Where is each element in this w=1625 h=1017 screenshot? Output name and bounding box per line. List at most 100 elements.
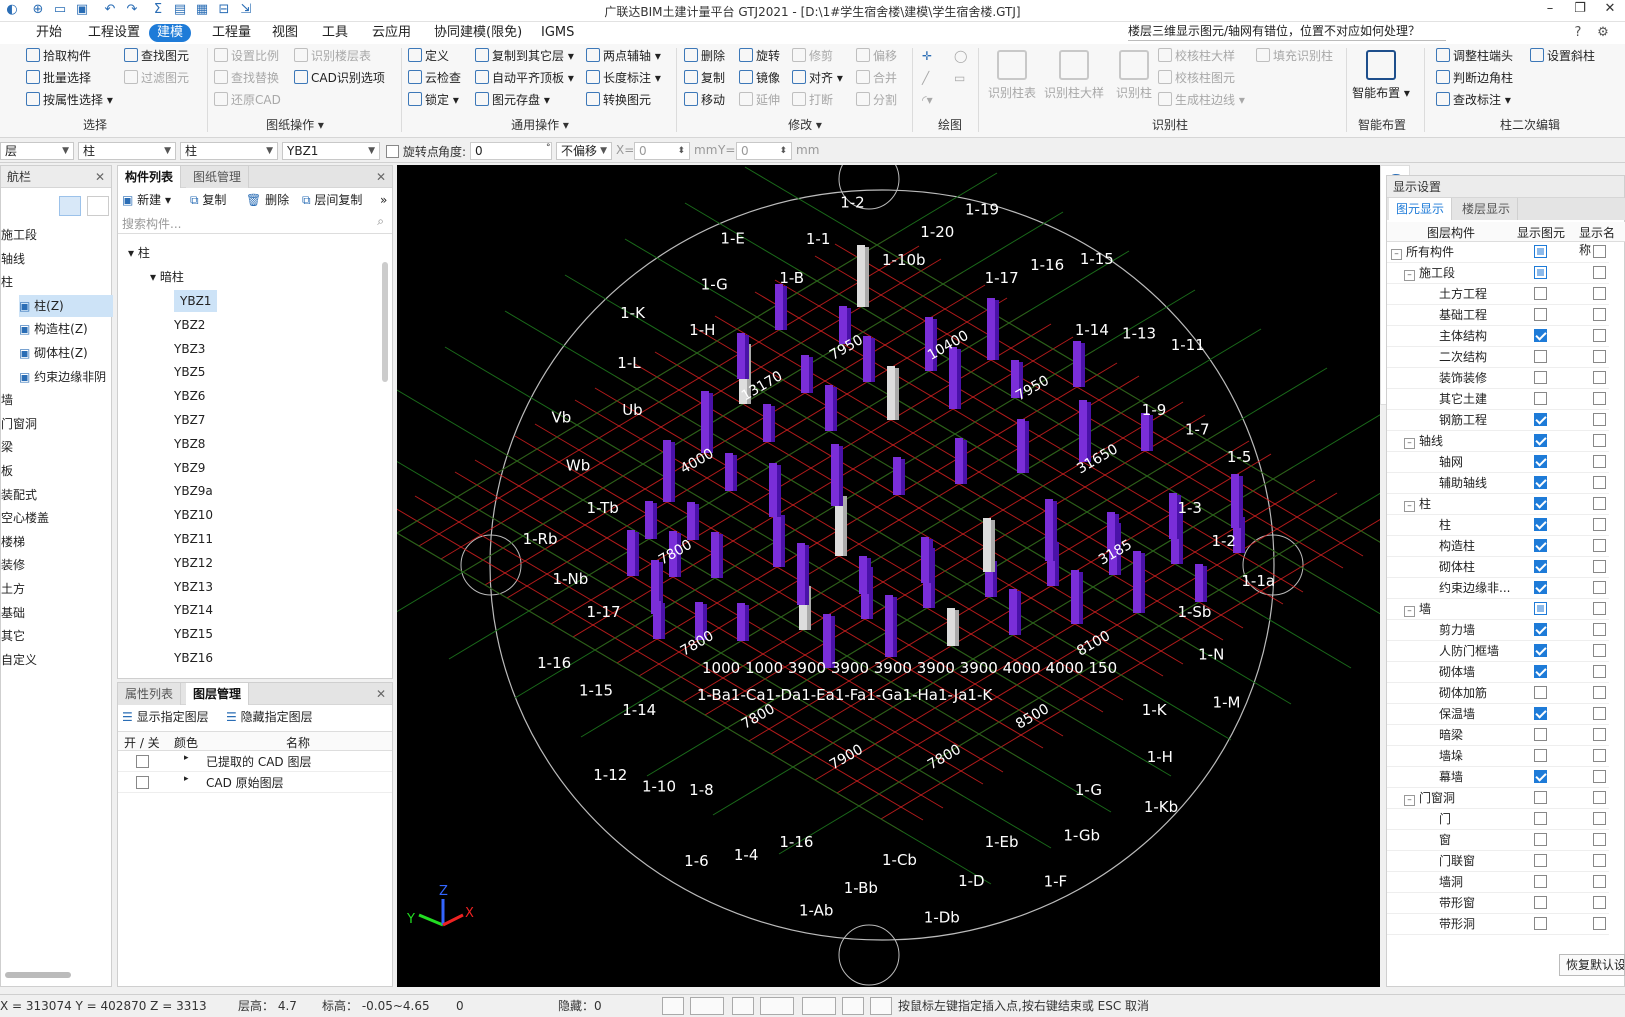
- snap-icon[interactable]: [690, 997, 724, 1015]
- move-button[interactable]: 移动: [684, 90, 725, 110]
- rotate-button[interactable]: 旋转: [739, 46, 780, 66]
- offset-button[interactable]: 偏移: [856, 46, 897, 66]
- align-button[interactable]: 对齐 ▾: [792, 68, 843, 88]
- element-select[interactable]: YBZ1 ▼: [282, 142, 380, 160]
- display-row[interactable]: 墙洞: [1387, 872, 1609, 893]
- rotate-point-check[interactable]: [386, 145, 399, 158]
- recognize-col-table-button[interactable]: 识别柱表: [986, 46, 1038, 112]
- show-element-check[interactable]: [1534, 476, 1547, 489]
- nav-item[interactable]: ▣ 约束边缘非阴: [19, 366, 106, 388]
- show-name-check[interactable]: [1593, 728, 1606, 741]
- show-name-check[interactable]: [1593, 707, 1606, 720]
- tree-root[interactable]: ▾ 柱: [128, 242, 150, 264]
- restore-icon[interactable]: ❐: [1565, 1, 1595, 21]
- arc-draw-icon[interactable]: ◜▾: [922, 90, 933, 110]
- show-name-check[interactable]: [1593, 875, 1606, 888]
- display-row[interactable]: 窗: [1387, 830, 1609, 851]
- display-row[interactable]: 砌体墙: [1387, 662, 1609, 683]
- define-button[interactable]: 定义: [408, 46, 449, 66]
- show-name-check[interactable]: [1593, 266, 1606, 279]
- display-row[interactable]: – 柱: [1387, 494, 1609, 515]
- nav-item[interactable]: 柱: [1, 271, 13, 293]
- close-icon[interactable]: ✕: [95, 166, 105, 188]
- copy-component-button[interactable]: ⧉ 复制: [190, 190, 226, 210]
- tab-drawing-manage[interactable]: 图纸管理: [186, 166, 250, 188]
- pick-component-button[interactable]: 拾取构件: [26, 46, 91, 66]
- menu-view[interactable]: 视图: [264, 24, 306, 42]
- collapse-icon[interactable]: –: [1404, 606, 1415, 617]
- show-element-check[interactable]: [1534, 455, 1547, 468]
- display-row[interactable]: – 轴线: [1387, 431, 1609, 452]
- show-name-check[interactable]: [1593, 896, 1606, 909]
- display-row[interactable]: 砌体柱: [1387, 557, 1609, 578]
- component-item[interactable]: YBZ2: [174, 314, 205, 336]
- detail-view-icon[interactable]: [87, 196, 109, 216]
- show-element-check[interactable]: [1534, 497, 1547, 510]
- menu-collab[interactable]: 协同建模(限免): [426, 24, 530, 42]
- show-element-check[interactable]: [1534, 581, 1547, 594]
- display-row[interactable]: – 施工段: [1387, 263, 1609, 284]
- show-name-check[interactable]: [1593, 581, 1606, 594]
- component-item[interactable]: YBZ11: [174, 528, 213, 550]
- split-button[interactable]: 分割: [856, 90, 897, 110]
- help-icon[interactable]: ?: [1570, 25, 1586, 41]
- display-row[interactable]: 基础工程: [1387, 305, 1609, 326]
- menu-start[interactable]: 开始: [28, 24, 70, 42]
- 3d-scene[interactable]: 1-10b 1-20 1-19 1-17 1-16 1-15 1-14 1-13 1-11 1-9…: [397, 165, 1380, 987]
- type-select-1[interactable]: 柱 ▼: [78, 142, 176, 160]
- type-select-2[interactable]: 柱 ▼: [180, 142, 278, 160]
- component-item[interactable]: YBZ7: [174, 409, 205, 431]
- judge-corner-col-button[interactable]: 判断边角柱: [1436, 68, 1513, 88]
- component-scrollbar[interactable]: [382, 262, 388, 382]
- close-icon[interactable]: ✕: [376, 166, 386, 188]
- tab-component-list[interactable]: 构件列表: [118, 166, 182, 188]
- restore-default-button[interactable]: 恢复默认设: [1559, 954, 1625, 976]
- display-row[interactable]: 保温墙: [1387, 704, 1609, 725]
- show-element-check[interactable]: [1534, 833, 1547, 846]
- show-element-check[interactable]: [1534, 665, 1547, 678]
- show-name-check[interactable]: [1593, 791, 1606, 804]
- component-item[interactable]: YBZ9a: [174, 480, 213, 502]
- show-layer-button[interactable]: ☰ 显示指定图层: [122, 707, 209, 727]
- delete-component-button[interactable]: 🗑 删除: [246, 190, 289, 210]
- tab-layer-manage[interactable]: 图层管理: [186, 683, 250, 705]
- show-name-check[interactable]: [1593, 518, 1606, 531]
- tab-element-display[interactable]: 图元显示: [1389, 198, 1453, 220]
- show-element-check[interactable]: [1534, 728, 1547, 741]
- length-mark-button[interactable]: 长度标注 ▾: [586, 68, 661, 88]
- nav-item[interactable]: 轴线: [1, 248, 25, 270]
- line-draw-icon[interactable]: ╱: [922, 68, 929, 88]
- smart-place-button[interactable]: 智能布置 ▾: [1352, 46, 1410, 112]
- show-element-check[interactable]: [1534, 812, 1547, 825]
- nav-item[interactable]: 墙: [1, 389, 13, 411]
- restore-cad-button[interactable]: 还原CAD: [214, 90, 281, 110]
- break-button[interactable]: 打断: [792, 90, 833, 110]
- copy-to-floor-button[interactable]: 复制到其它层 ▾: [475, 46, 574, 66]
- show-element-check[interactable]: [1534, 539, 1547, 552]
- display-row[interactable]: 装饰装修: [1387, 368, 1609, 389]
- cloud-check-button[interactable]: 云检查: [408, 68, 461, 88]
- display-row[interactable]: 剪力墙: [1387, 620, 1609, 641]
- offset-icon[interactable]: [802, 997, 836, 1015]
- component-item[interactable]: YBZ9: [174, 457, 205, 479]
- component-item[interactable]: YBZ3: [174, 338, 205, 360]
- display-row[interactable]: – 所有构件: [1387, 242, 1609, 263]
- angle-icon[interactable]: [760, 997, 794, 1015]
- show-name-check[interactable]: [1593, 644, 1606, 657]
- display-row[interactable]: 砌体加筋: [1387, 683, 1609, 704]
- check-mark-button[interactable]: 查改标注 ▾: [1436, 90, 1511, 110]
- set-scale-button[interactable]: 设置比例: [214, 46, 279, 66]
- show-name-check[interactable]: [1593, 854, 1606, 867]
- show-name-check[interactable]: [1593, 623, 1606, 636]
- show-name-check[interactable]: [1593, 749, 1606, 762]
- dynamic-input-icon[interactable]: [842, 997, 864, 1015]
- two-point-aux-button[interactable]: 两点辅轴 ▾: [586, 46, 661, 66]
- adjust-col-head-button[interactable]: 调整柱端头: [1436, 46, 1513, 66]
- collapse-icon[interactable]: –: [1404, 270, 1415, 281]
- layer-toggle-check[interactable]: [136, 776, 149, 789]
- cad-options-button[interactable]: CAD识别选项: [294, 68, 385, 88]
- fill-recognize-col-button[interactable]: 填充识别柱: [1256, 46, 1333, 66]
- show-name-check[interactable]: [1593, 770, 1606, 783]
- component-item[interactable]: YBZ13: [174, 576, 213, 598]
- tab-floor-display[interactable]: 楼层显示: [1455, 198, 1519, 220]
